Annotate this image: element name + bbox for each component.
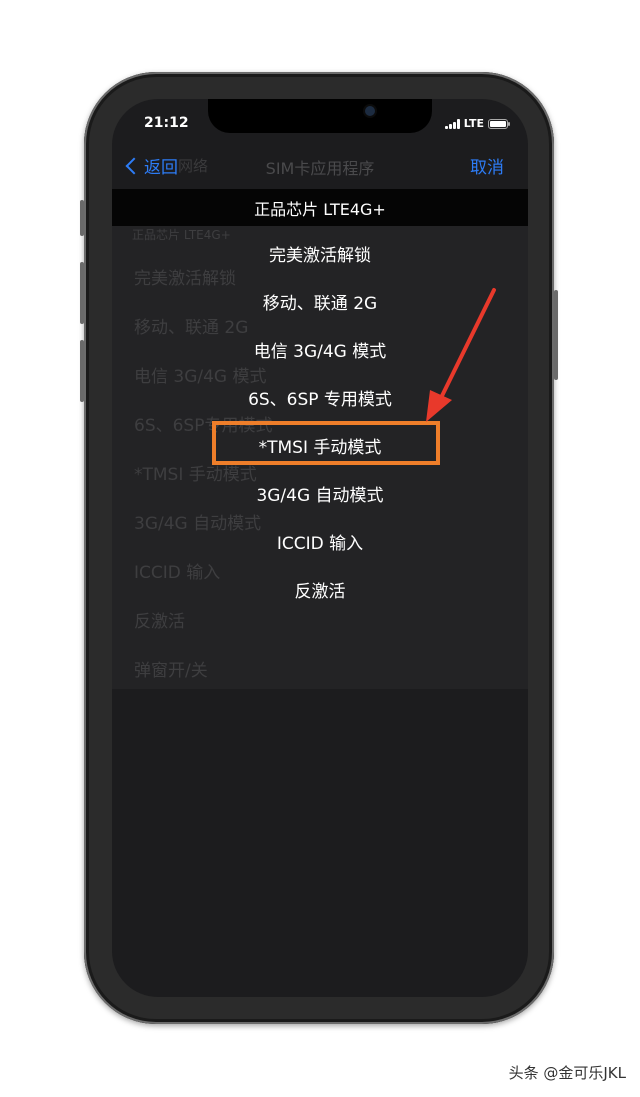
list-item: 弹窗开/关 xyxy=(134,661,208,681)
list-item: 完美激活解锁 xyxy=(134,269,236,289)
highlight-box xyxy=(212,421,440,465)
volume-up-button xyxy=(80,262,84,324)
network-type: LTE xyxy=(463,117,484,130)
signal-icon xyxy=(444,118,460,129)
status-indicators: LTE xyxy=(444,117,510,130)
notch xyxy=(208,99,432,133)
action-sheet-header: 正品芯片 LTE4G+ xyxy=(112,189,528,226)
action-item-iccid-input[interactable]: ICCID 输入 xyxy=(112,529,528,554)
action-item-deactivate[interactable]: 反激活 xyxy=(112,577,528,602)
page-title: SIM卡应用程序 xyxy=(265,159,375,178)
volume-down-button xyxy=(80,340,84,402)
battery-icon xyxy=(488,118,510,129)
watermark: 头条 @金可乐JKL xyxy=(508,1064,626,1082)
cancel-button[interactable]: 取消 xyxy=(470,153,504,178)
mute-switch xyxy=(80,200,84,236)
status-time: 21:12 xyxy=(144,115,189,131)
arrow-icon xyxy=(426,288,496,422)
list-item: 移动、联通 2G xyxy=(134,318,249,338)
action-item-activate-unlock[interactable]: 完美激活解锁 xyxy=(112,241,528,266)
front-camera xyxy=(365,106,375,116)
navigation-bar: 返回 网络 SIM卡应用程序 取消 xyxy=(112,151,528,181)
action-item-3g4g-auto[interactable]: 3G/4G 自动模式 xyxy=(112,481,528,506)
phone-screen: 21:12 LTE 返回 网络 SIM卡应用程序 取消 正品芯片 LTE4G+ … xyxy=(112,99,528,997)
list-item: 电信 3G/4G 模式 xyxy=(134,367,267,387)
list-item: 反激活 xyxy=(134,612,185,632)
power-button xyxy=(554,290,558,380)
